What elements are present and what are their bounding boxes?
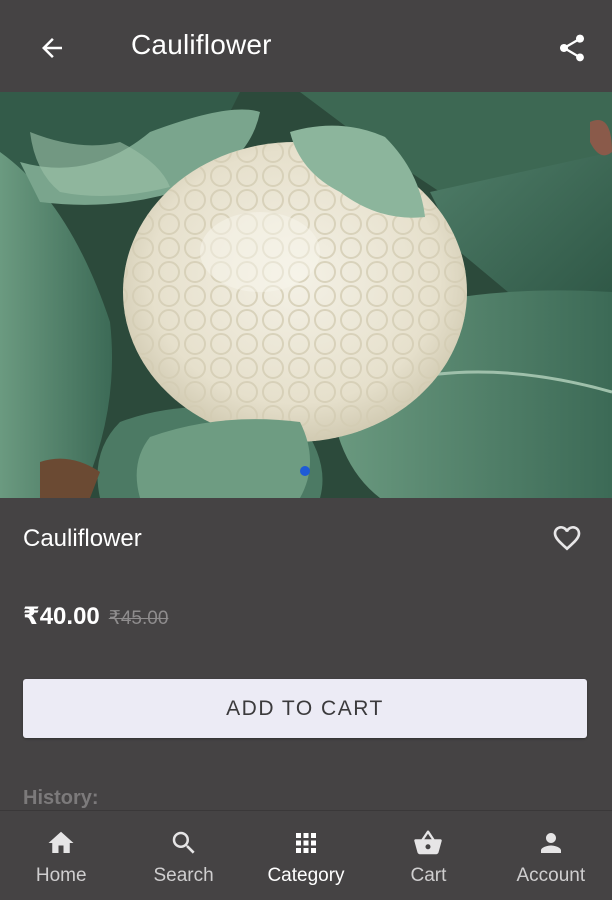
basket-icon bbox=[413, 828, 443, 858]
sale-price: ₹40.00 bbox=[23, 603, 100, 630]
cauliflower-image bbox=[0, 92, 612, 498]
nav-label: Search bbox=[153, 865, 214, 886]
back-button[interactable] bbox=[32, 28, 72, 68]
app-bar: Cauliflower bbox=[0, 0, 612, 92]
account-icon bbox=[536, 828, 566, 858]
share-button[interactable] bbox=[552, 28, 592, 68]
arrow-back-icon bbox=[42, 38, 62, 58]
page-title: Cauliflower bbox=[131, 29, 272, 60]
original-price: ₹45.00 bbox=[108, 608, 169, 629]
nav-item-cart[interactable]: Cart bbox=[367, 811, 489, 900]
add-to-cart-button[interactable]: ADD TO CART bbox=[23, 679, 587, 738]
nav-label: Home bbox=[35, 865, 87, 886]
product-name: Cauliflower bbox=[23, 525, 142, 552]
nav-item-account[interactable]: Account bbox=[490, 811, 612, 900]
favorite-button[interactable] bbox=[548, 520, 586, 556]
nav-label: Cart bbox=[410, 865, 447, 886]
carousel-page-indicator bbox=[300, 466, 310, 476]
bottom-navigation: Home Search Category Cart Account bbox=[0, 810, 612, 900]
history-heading: History: bbox=[23, 787, 99, 809]
price-row: ₹40.00 ₹45.00 bbox=[23, 602, 168, 631]
heart-outline-icon bbox=[553, 526, 581, 551]
nav-item-search[interactable]: Search bbox=[122, 811, 244, 900]
share-icon bbox=[560, 34, 584, 62]
nav-label: Account bbox=[516, 865, 586, 886]
home-icon bbox=[46, 828, 76, 858]
search-icon bbox=[169, 828, 199, 858]
grid-icon bbox=[291, 828, 321, 858]
nav-label: Category bbox=[267, 865, 345, 886]
nav-item-home[interactable]: Home bbox=[0, 811, 122, 900]
product-image-carousel[interactable] bbox=[0, 92, 612, 498]
nav-item-category[interactable]: Category bbox=[245, 811, 367, 900]
